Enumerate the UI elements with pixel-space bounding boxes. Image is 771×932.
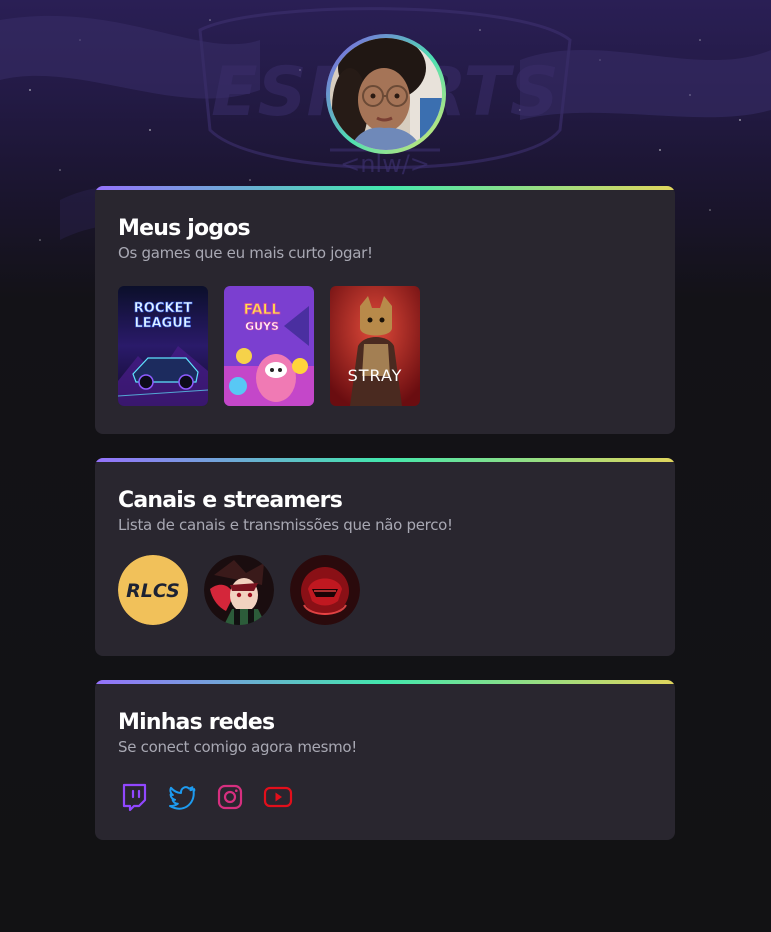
channels-card: Canais e streamers Lista de canais e tra… bbox=[95, 458, 675, 656]
channel-red-helmet-streamer[interactable] bbox=[290, 555, 360, 625]
channel-rlcs[interactable]: RLCS bbox=[118, 555, 188, 625]
twitch-link[interactable] bbox=[119, 782, 149, 812]
instagram-link[interactable] bbox=[215, 782, 245, 812]
fall-guys-logo-line1: FALL bbox=[244, 302, 281, 318]
twitch-icon bbox=[122, 783, 147, 812]
avatar-ring bbox=[326, 34, 446, 154]
social-card: Minhas redes Se conect comigo agora mesm… bbox=[95, 680, 675, 840]
channels-card-subtitle: Lista de canais e transmissões que não p… bbox=[118, 516, 453, 534]
channel-anime-streamer[interactable] bbox=[204, 555, 274, 625]
youtube-link[interactable] bbox=[263, 782, 293, 812]
games-card: Meus jogos Os games que eu mais curto jo… bbox=[95, 186, 675, 434]
game-rocket-league[interactable]: ROCKET LEAGUE bbox=[118, 286, 208, 406]
fall-guys-logo-line2: GUYS bbox=[245, 320, 279, 333]
avatar-photo bbox=[330, 38, 442, 150]
instagram-icon bbox=[217, 784, 243, 810]
youtube-icon bbox=[263, 786, 293, 808]
rocket-league-logo-line1: ROCKET bbox=[134, 301, 193, 316]
stray-logo: STRAY bbox=[348, 366, 403, 385]
twitter-icon bbox=[169, 786, 196, 810]
games-card-subtitle: Os games que eu mais curto jogar! bbox=[118, 244, 373, 262]
page: ESPORTS <nlw/> Meus jogos O bbox=[0, 0, 771, 932]
twitter-link[interactable] bbox=[167, 782, 197, 812]
social-card-subtitle: Se conect comigo agora mesmo! bbox=[118, 738, 358, 756]
channels-card-title: Canais e streamers bbox=[118, 488, 343, 513]
avatar bbox=[330, 38, 442, 150]
game-fall-guys[interactable]: FALL GUYS bbox=[224, 286, 314, 406]
rlcs-label: RLCS bbox=[126, 580, 180, 602]
social-card-title: Minhas redes bbox=[118, 710, 275, 735]
game-stray[interactable]: STRAY bbox=[330, 286, 420, 406]
rocket-league-logo-line2: LEAGUE bbox=[134, 316, 191, 331]
svg-text:<nlw/>: <nlw/> bbox=[340, 150, 430, 178]
games-card-title: Meus jogos bbox=[118, 216, 251, 241]
